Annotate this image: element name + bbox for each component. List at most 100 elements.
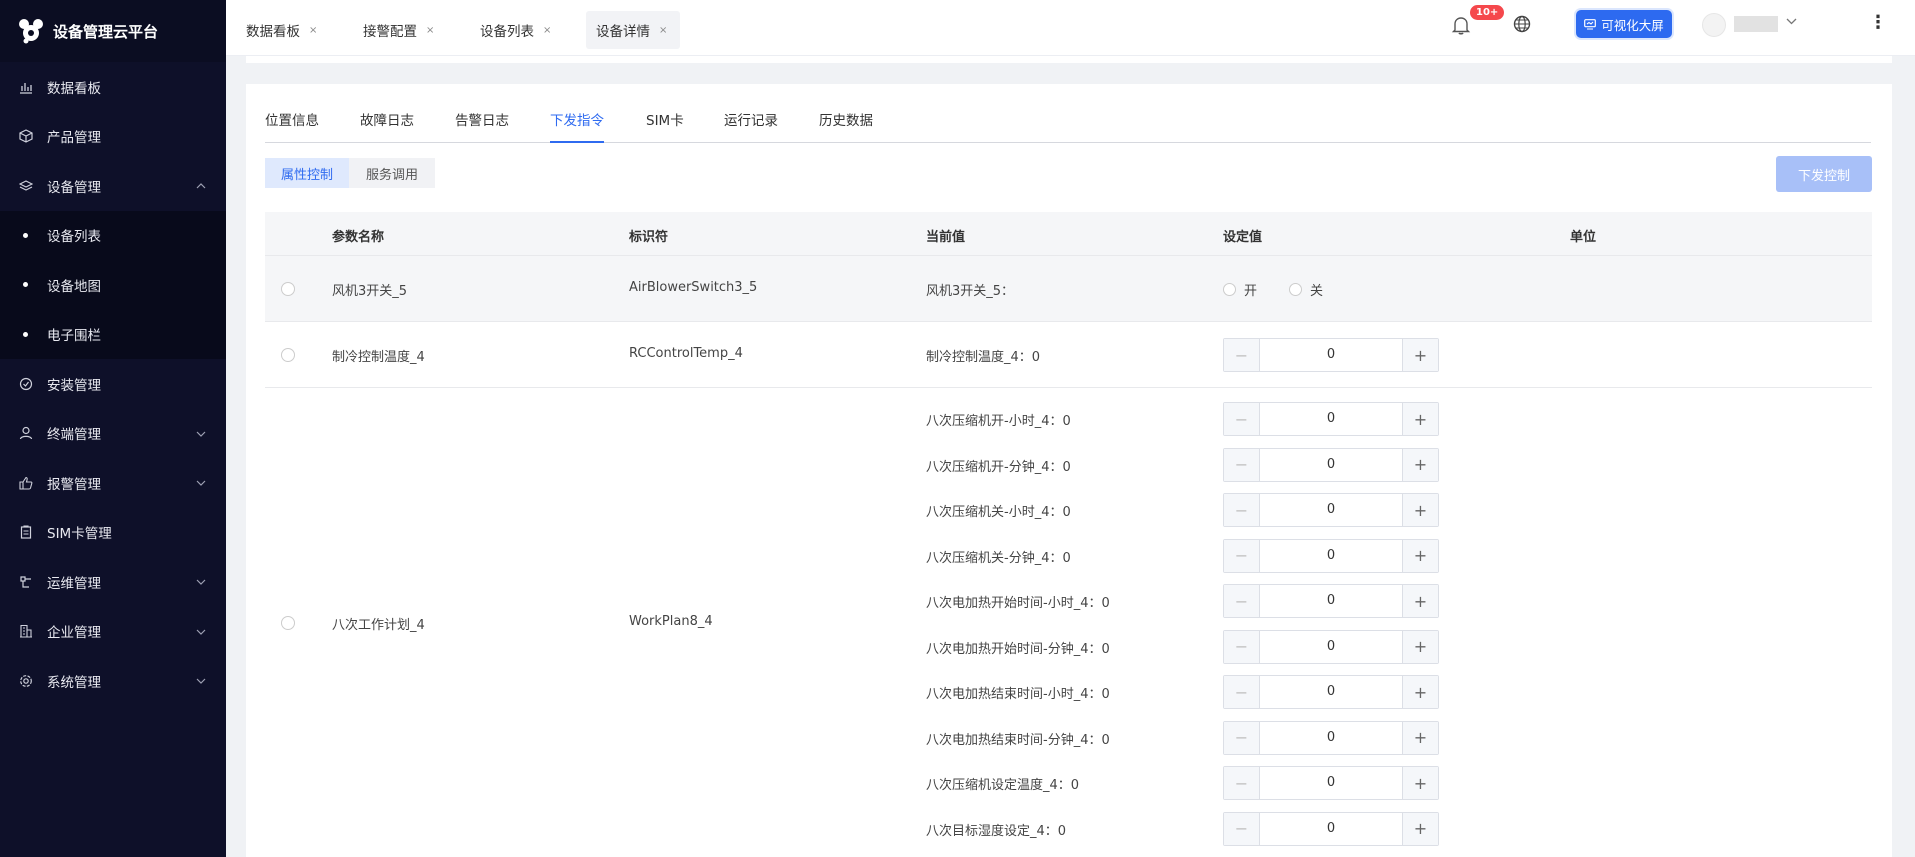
sidebar-item-alarm[interactable]: 报警管理 xyxy=(0,458,226,508)
bell-icon[interactable] xyxy=(1450,14,1472,36)
sidebar-item-label: 系统管理 xyxy=(47,674,101,691)
current-value-heat-start-minute: 八次电加热开始时间-分钟_4：0 xyxy=(926,641,1110,657)
stepper-value[interactable]: 0 xyxy=(1260,767,1402,799)
sidebar-item-data-dashboard[interactable]: 数据看板 xyxy=(0,62,226,112)
row-select-radio[interactable] xyxy=(281,282,295,296)
minus-icon[interactable]: − xyxy=(1224,448,1260,481)
minus-icon[interactable]: − xyxy=(1224,812,1260,845)
value-stepper-comp-on-hour[interactable]: −0 + xyxy=(1223,402,1439,436)
send-control-button[interactable]: 下发控制 xyxy=(1776,156,1872,192)
tab-device-detail[interactable]: 设备详情 × xyxy=(586,11,681,49)
chevron-down-icon xyxy=(196,674,206,687)
tab-alarm-log[interactable]: 告警日志 xyxy=(455,112,509,143)
sidebar-subitem-device-map[interactable]: 设备地图 xyxy=(0,260,226,310)
tab-sim[interactable]: SIM卡 xyxy=(646,112,684,143)
sidebar-item-label: 企业管理 xyxy=(47,625,101,642)
sidebar-item-system[interactable]: 系统管理 xyxy=(0,656,226,706)
sidebar-item-device[interactable]: 设备管理 xyxy=(0,161,226,211)
sidebar-item-installation[interactable]: 安装管理 xyxy=(0,359,226,409)
param-name: 制冷控制温度_4 xyxy=(332,350,425,365)
plus-icon[interactable]: + xyxy=(1402,721,1438,754)
logo[interactable]: 设备管理云平台 xyxy=(0,0,226,62)
plus-icon[interactable]: + xyxy=(1402,339,1438,371)
current-value: 风机3开关_5： xyxy=(926,284,1015,299)
value-stepper-comp-on-minute[interactable]: −0 + xyxy=(1223,447,1439,482)
stepper-value[interactable]: 0 xyxy=(1260,339,1402,371)
current-value-comp-set-temp: 八次压缩机设定温度_4：0 xyxy=(926,778,1080,793)
row-select-radio[interactable] xyxy=(281,348,295,362)
minus-icon[interactable]: − xyxy=(1224,339,1260,371)
chevron-down-icon[interactable] xyxy=(1786,14,1797,28)
user-name[interactable] xyxy=(1734,16,1778,32)
table-row: 八次工作计划_4 WorkPlan8_4 八次压缩机开-小时_4：0−0 + 八次压… xyxy=(265,388,1872,857)
stepper-value[interactable]: 0 xyxy=(1260,494,1402,526)
plus-icon[interactable]: + xyxy=(1402,539,1438,572)
value-stepper-heat-end-hour[interactable]: −0 + xyxy=(1223,675,1439,709)
minus-icon[interactable]: − xyxy=(1224,494,1260,526)
plus-icon[interactable]: + xyxy=(1402,403,1438,435)
stepper-value[interactable]: 0 xyxy=(1260,540,1402,572)
sidebar-subitem-geofence[interactable]: 电子围栏 xyxy=(0,310,226,360)
stepper-value[interactable]: 0 xyxy=(1260,722,1402,754)
stepper-value[interactable]: 0 xyxy=(1260,449,1402,481)
value-stepper-comp-set-temp[interactable]: −0 + xyxy=(1223,766,1439,800)
row-select-radio[interactable] xyxy=(281,616,295,630)
tab-data-dashboard[interactable]: 数据看板 × xyxy=(226,11,330,49)
plus-icon[interactable]: + xyxy=(1402,630,1438,663)
tab-device-list[interactable]: 设备列表 × xyxy=(460,11,564,49)
option-off[interactable]: 关 xyxy=(1289,280,1323,299)
minus-icon[interactable]: − xyxy=(1224,539,1260,572)
sidebar-item-terminal[interactable]: 终端管理 xyxy=(0,409,226,459)
plus-icon[interactable]: + xyxy=(1402,767,1438,799)
tab-fault-log[interactable]: 故障日志 xyxy=(360,112,414,143)
globe-icon[interactable] xyxy=(1512,14,1532,34)
more-icon[interactable]: ⋮ xyxy=(1869,12,1887,33)
close-icon[interactable]: × xyxy=(426,25,434,36)
plus-icon[interactable]: + xyxy=(1402,494,1438,526)
value-stepper[interactable]: − 0 + xyxy=(1223,338,1439,372)
minus-icon[interactable]: − xyxy=(1224,403,1260,435)
stepper-value[interactable]: 0 xyxy=(1260,813,1402,845)
minus-icon[interactable]: − xyxy=(1224,585,1260,617)
avatar[interactable] xyxy=(1702,13,1726,37)
value-stepper-heat-start-minute[interactable]: −0 + xyxy=(1223,629,1439,664)
close-icon[interactable]: × xyxy=(659,25,667,36)
option-on[interactable]: 开 xyxy=(1223,280,1257,299)
segment-property-control[interactable]: 属性控制 xyxy=(265,158,349,188)
sidebar-item-product[interactable]: 产品管理 xyxy=(0,112,226,162)
tab-location[interactable]: 位置信息 xyxy=(265,112,319,143)
sidebar-item-label: SIM卡管理 xyxy=(47,526,112,543)
plus-icon[interactable]: + xyxy=(1402,676,1438,708)
value-stepper-heat-start-hour[interactable]: −0 + xyxy=(1223,584,1439,618)
stepper-value[interactable]: 0 xyxy=(1260,631,1402,663)
check-circle-icon xyxy=(18,376,34,392)
minus-icon[interactable]: − xyxy=(1224,767,1260,799)
stepper-value[interactable]: 0 xyxy=(1260,585,1402,617)
segment-service-call[interactable]: 服务调用 xyxy=(349,158,435,188)
tab-history-data[interactable]: 历史数据 xyxy=(819,112,873,143)
sidebar-item-sim[interactable]: SIM卡管理 xyxy=(0,508,226,558)
minus-icon[interactable]: − xyxy=(1224,630,1260,663)
tab-run-records[interactable]: 运行记录 xyxy=(724,112,778,143)
value-stepper-comp-off-minute[interactable]: −0 + xyxy=(1223,538,1439,573)
value-stepper-target-humidity[interactable]: −0 + xyxy=(1223,811,1439,846)
sidebar-item-maintenance[interactable]: 运维管理 xyxy=(0,557,226,607)
value-stepper-heat-end-minute[interactable]: −0 + xyxy=(1223,720,1439,755)
minus-icon[interactable]: − xyxy=(1224,721,1260,754)
visual-dashboard-button[interactable]: 可视化大屏 xyxy=(1576,10,1672,38)
sidebar-item-label: 安装管理 xyxy=(47,377,101,394)
value-stepper-comp-off-hour[interactable]: −0 + xyxy=(1223,493,1439,527)
plus-icon[interactable]: + xyxy=(1402,585,1438,617)
tab-alarm-config[interactable]: 接警配置 × xyxy=(343,11,447,49)
content-strip xyxy=(246,56,1892,63)
close-icon[interactable]: × xyxy=(309,25,317,36)
plus-icon[interactable]: + xyxy=(1402,812,1438,845)
sidebar-item-enterprise[interactable]: 企业管理 xyxy=(0,607,226,657)
minus-icon[interactable]: − xyxy=(1224,676,1260,708)
tab-send-command[interactable]: 下发指令 xyxy=(550,112,604,143)
stepper-value[interactable]: 0 xyxy=(1260,403,1402,435)
sidebar-subitem-device-list[interactable]: 设备列表 xyxy=(0,211,226,261)
plus-icon[interactable]: + xyxy=(1402,448,1438,481)
stepper-value[interactable]: 0 xyxy=(1260,676,1402,708)
close-icon[interactable]: × xyxy=(543,25,551,36)
